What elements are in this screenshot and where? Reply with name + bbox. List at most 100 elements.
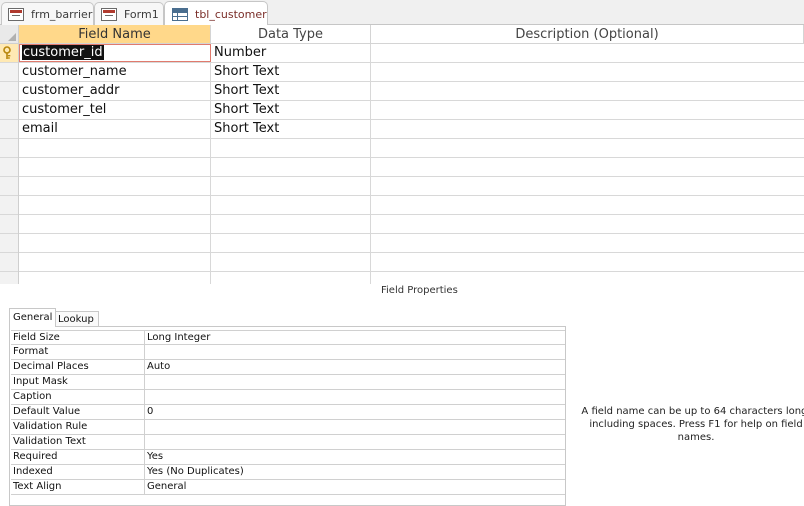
tab-form1[interactable]: Form1 bbox=[94, 2, 164, 25]
field-properties-panel: Field Size Long Integer Format Decimal Plac… bbox=[9, 326, 566, 506]
field-name-cell[interactable]: customer_tel bbox=[19, 101, 211, 119]
field-name-cell[interactable] bbox=[19, 215, 211, 233]
row-selector[interactable] bbox=[0, 215, 18, 234]
description-cell[interactable] bbox=[371, 196, 804, 214]
field-name-cell[interactable] bbox=[19, 272, 211, 284]
property-row: Required Yes bbox=[11, 450, 565, 465]
tab-label: Form1 bbox=[124, 7, 159, 21]
description-cell[interactable] bbox=[371, 63, 804, 81]
property-value[interactable] bbox=[145, 375, 565, 389]
row-selector[interactable] bbox=[0, 234, 18, 253]
property-label: Format bbox=[11, 345, 145, 359]
description-cell[interactable] bbox=[371, 234, 804, 252]
property-label: Decimal Places bbox=[11, 360, 145, 374]
description-cell[interactable] bbox=[371, 101, 804, 119]
data-type-cell[interactable]: Short Text bbox=[211, 101, 371, 119]
row-selector[interactable] bbox=[0, 82, 18, 101]
column-header-field-name[interactable]: Field Name bbox=[19, 25, 211, 44]
property-label: Validation Text bbox=[11, 435, 145, 449]
property-value[interactable]: Auto bbox=[145, 360, 565, 374]
row-selector[interactable] bbox=[0, 63, 18, 82]
form-icon bbox=[8, 7, 24, 21]
row-selector[interactable] bbox=[0, 177, 18, 196]
property-row: Decimal Places Auto bbox=[11, 360, 565, 375]
row-selector[interactable] bbox=[0, 44, 18, 63]
property-value[interactable] bbox=[145, 345, 565, 359]
table-row: customer_addr Short Text bbox=[19, 82, 804, 101]
description-cell[interactable] bbox=[371, 272, 804, 284]
table-row bbox=[19, 196, 804, 215]
property-label: Indexed bbox=[11, 465, 145, 479]
data-type-cell[interactable]: Number bbox=[211, 44, 371, 62]
select-all-corner[interactable] bbox=[0, 25, 19, 44]
property-value[interactable]: Yes (No Duplicates) bbox=[145, 465, 565, 479]
field-name-cell[interactable]: customer_addr bbox=[19, 82, 211, 100]
description-cell[interactable] bbox=[371, 177, 804, 195]
field-name-cell[interactable] bbox=[19, 234, 211, 252]
property-value[interactable] bbox=[145, 390, 565, 404]
description-cell[interactable] bbox=[371, 253, 804, 271]
row-selector[interactable] bbox=[0, 272, 18, 284]
row-selector[interactable] bbox=[0, 120, 18, 139]
table-row bbox=[19, 272, 804, 284]
column-header-data-type[interactable]: Data Type bbox=[211, 25, 371, 44]
description-cell[interactable] bbox=[371, 215, 804, 233]
primary-key-icon bbox=[3, 46, 11, 59]
data-type-cell[interactable] bbox=[211, 253, 371, 271]
help-text: A field name can be up to 64 characters … bbox=[581, 406, 804, 443]
tab-label: frm_barrier bbox=[31, 7, 93, 21]
data-type-cell[interactable]: Short Text bbox=[211, 120, 371, 138]
table-row bbox=[19, 177, 804, 196]
property-value[interactable] bbox=[145, 435, 565, 449]
field-name-text: customer_addr bbox=[22, 83, 120, 98]
property-value[interactable] bbox=[145, 420, 565, 434]
field-name-cell[interactable]: email bbox=[19, 120, 211, 138]
property-row: Indexed Yes (No Duplicates) bbox=[11, 465, 565, 480]
field-name-text: customer_id bbox=[22, 45, 104, 60]
props-tab-general[interactable]: General bbox=[9, 308, 56, 327]
field-name-cell[interactable] bbox=[19, 139, 211, 157]
property-row: Input Mask bbox=[11, 375, 565, 390]
description-cell[interactable] bbox=[371, 82, 804, 100]
property-value[interactable]: Long Integer bbox=[145, 331, 565, 345]
field-properties-title: Field Properties bbox=[381, 285, 458, 296]
row-selector[interactable] bbox=[0, 101, 18, 120]
data-type-cell[interactable]: Short Text bbox=[211, 63, 371, 81]
document-tab-strip: frm_barrier Form1 tbl_customer bbox=[0, 0, 804, 26]
data-type-cell[interactable] bbox=[211, 196, 371, 214]
field-name-text: customer_tel bbox=[22, 102, 107, 117]
property-label: Required bbox=[11, 450, 145, 464]
data-type-cell[interactable] bbox=[211, 272, 371, 284]
description-cell[interactable] bbox=[371, 120, 804, 138]
field-name-cell[interactable] bbox=[19, 253, 211, 271]
property-value[interactable]: General bbox=[145, 480, 565, 494]
props-tab-lookup[interactable]: Lookup bbox=[56, 311, 99, 327]
data-type-cell[interactable] bbox=[211, 158, 371, 176]
field-name-cell[interactable] bbox=[19, 158, 211, 176]
field-name-cell[interactable] bbox=[19, 196, 211, 214]
row-selector[interactable] bbox=[0, 139, 18, 158]
description-cell[interactable] bbox=[371, 139, 804, 157]
property-row: Validation Text bbox=[11, 435, 565, 450]
tab-tbl-customer[interactable]: tbl_customer bbox=[164, 1, 268, 26]
property-row: Default Value 0 bbox=[11, 405, 565, 420]
data-type-cell[interactable] bbox=[211, 139, 371, 157]
tab-label: tbl_customer bbox=[195, 7, 267, 21]
property-row: Field Size Long Integer bbox=[11, 330, 565, 345]
tab-frm-barrier[interactable]: frm_barrier bbox=[1, 2, 94, 25]
data-type-cell[interactable] bbox=[211, 177, 371, 195]
description-cell[interactable] bbox=[371, 158, 804, 176]
row-selector[interactable] bbox=[0, 253, 18, 272]
data-type-cell[interactable] bbox=[211, 215, 371, 233]
row-selector[interactable] bbox=[0, 158, 18, 177]
column-header-description[interactable]: Description (Optional) bbox=[371, 25, 804, 44]
field-name-cell[interactable]: customer_id bbox=[19, 44, 211, 62]
data-type-cell[interactable] bbox=[211, 234, 371, 252]
row-selector[interactable] bbox=[0, 196, 18, 215]
field-name-cell[interactable]: customer_name bbox=[19, 63, 211, 81]
data-type-cell[interactable]: Short Text bbox=[211, 82, 371, 100]
property-value[interactable]: 0 bbox=[145, 405, 565, 419]
field-name-cell[interactable] bbox=[19, 177, 211, 195]
description-cell[interactable] bbox=[371, 44, 804, 62]
property-value[interactable]: Yes bbox=[145, 450, 565, 464]
